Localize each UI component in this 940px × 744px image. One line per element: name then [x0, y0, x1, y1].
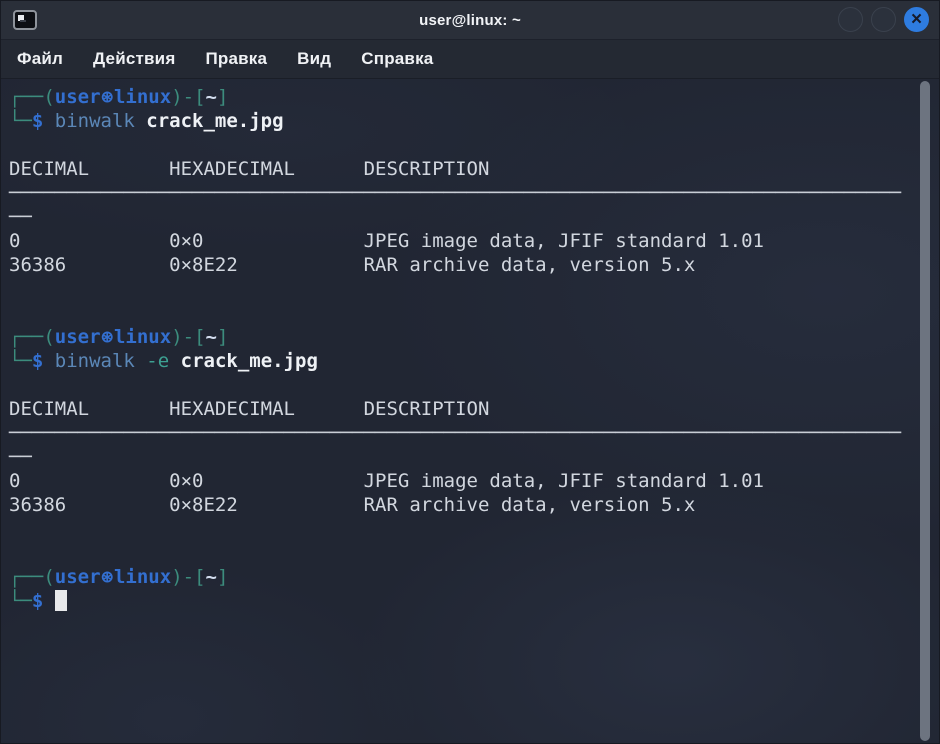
- maximize-button[interactable]: [871, 7, 896, 32]
- blank-line: [9, 133, 905, 157]
- terminal-window: user@linux: ~ × Файл Действия Правка Вид…: [0, 0, 940, 744]
- command-line: └─$ binwalk -e crack_me.jpg: [9, 349, 905, 373]
- table-row: 363860×8E22RAR archive data, version 5.x: [9, 493, 905, 517]
- cell-decimal: 36386: [9, 253, 169, 277]
- header-hexadecimal: HEXADECIMAL: [169, 397, 363, 421]
- table-header-row: DECIMALHEXADECIMALDESCRIPTION: [9, 397, 905, 421]
- blank-line: [9, 373, 905, 397]
- prompt-hostname: linux: [114, 566, 171, 588]
- prompt-frame-close: ]: [217, 326, 228, 348]
- close-icon: ×: [911, 10, 922, 29]
- prompt-frame-open: ┌──(: [9, 326, 55, 348]
- close-button[interactable]: ×: [904, 7, 929, 32]
- table-row: 363860×8E22RAR archive data, version 5.x: [9, 253, 905, 277]
- prompt-path: ~: [206, 566, 217, 588]
- prompt-frame-bottom: └─: [9, 350, 32, 372]
- prompt-frame-close: ]: [217, 566, 228, 588]
- terminal-cursor: [55, 590, 67, 611]
- prompt-hostname: linux: [114, 86, 171, 108]
- prompt-frame-close: ]: [217, 86, 228, 108]
- prompt-frame-mid: )-[: [171, 86, 205, 108]
- cell-decimal: 0: [9, 469, 169, 493]
- table-separator: ────────────────────────────────────────…: [9, 421, 905, 445]
- menu-help[interactable]: Справка: [361, 49, 433, 69]
- title-bar[interactable]: user@linux: ~ ×: [1, 1, 939, 40]
- command-flag: -e: [146, 350, 169, 372]
- menu-actions[interactable]: Действия: [93, 49, 175, 69]
- cell-description: JPEG image data, JFIF standard 1.01: [364, 230, 764, 252]
- menu-view[interactable]: Вид: [297, 49, 331, 69]
- prompt-frame-bottom: └─: [9, 590, 32, 612]
- table-separator-wrap: ──: [9, 445, 905, 469]
- prompt-username: user: [55, 566, 101, 588]
- command-line: └─$ binwalk crack_me.jpg: [9, 109, 905, 133]
- header-decimal: DECIMAL: [9, 397, 169, 421]
- cell-description: RAR archive data, version 5.x: [364, 494, 696, 516]
- command-line-active[interactable]: └─$: [9, 589, 905, 613]
- command-argument: crack_me.jpg: [146, 110, 283, 132]
- header-decimal: DECIMAL: [9, 157, 169, 181]
- scrollbar-thumb[interactable]: [920, 81, 930, 741]
- table-separator: ────────────────────────────────────────…: [9, 181, 905, 205]
- blank-line: [9, 541, 905, 565]
- menu-bar: Файл Действия Правка Вид Справка: [1, 40, 939, 79]
- at-icon: ⊛: [101, 86, 114, 108]
- window-title: user@linux: ~: [1, 12, 939, 29]
- table-row: 00×0JPEG image data, JFIF standard 1.01: [9, 229, 905, 253]
- header-description: DESCRIPTION: [364, 398, 490, 420]
- prompt-dollar: $: [32, 110, 43, 132]
- menu-edit[interactable]: Правка: [205, 49, 267, 69]
- cell-hexadecimal: 0×8E22: [169, 493, 363, 517]
- cell-description: JPEG image data, JFIF standard 1.01: [364, 470, 764, 492]
- window-controls: ×: [838, 7, 929, 32]
- table-header-row: DECIMALHEXADECIMALDESCRIPTION: [9, 157, 905, 181]
- terminal-icon: [13, 10, 37, 30]
- command-argument: crack_me.jpg: [181, 350, 318, 372]
- prompt-frame-open: ┌──(: [9, 566, 55, 588]
- prompt-username: user: [55, 86, 101, 108]
- header-description: DESCRIPTION: [364, 158, 490, 180]
- prompt-frame-open: ┌──(: [9, 86, 55, 108]
- header-hexadecimal: HEXADECIMAL: [169, 157, 363, 181]
- menu-file[interactable]: Файл: [17, 49, 63, 69]
- prompt-line-top: ┌──(user⊛linux)-[~]: [9, 325, 905, 349]
- terminal-area: ┌──(user⊛linux)-[~] └─$binwalkcrack_me.j…: [1, 79, 939, 744]
- prompt-frame-bottom: └─: [9, 110, 32, 132]
- scrollbar-track[interactable]: [917, 79, 933, 744]
- minimize-button[interactable]: [838, 7, 863, 32]
- prompt-frame-mid: )-[: [171, 326, 205, 348]
- command-name: binwalk: [55, 110, 135, 132]
- prompt-line-top: ┌──(user⊛linux)-[~]: [9, 565, 905, 589]
- blank-line: [9, 517, 905, 541]
- terminal-body[interactable]: ┌──(user⊛linux)-[~] └─$binwalkcrack_me.j…: [1, 79, 939, 613]
- cell-description: RAR archive data, version 5.x: [364, 254, 696, 276]
- prompt-frame-mid: )-[: [171, 566, 205, 588]
- at-icon: ⊛: [101, 326, 114, 348]
- prompt-hostname: linux: [114, 326, 171, 348]
- command-name: binwalk: [55, 350, 135, 372]
- prompt-line-top: ┌──(user⊛linux)-[~]: [9, 85, 905, 109]
- cell-decimal: 36386: [9, 493, 169, 517]
- table-separator-wrap: ──: [9, 205, 905, 229]
- table-row: 00×0JPEG image data, JFIF standard 1.01: [9, 469, 905, 493]
- cell-hexadecimal: 0×0: [169, 229, 363, 253]
- prompt-dollar: $: [32, 350, 43, 372]
- prompt-path: ~: [206, 86, 217, 108]
- blank-line: [9, 301, 905, 325]
- at-icon: ⊛: [101, 566, 114, 588]
- cell-hexadecimal: 0×8E22: [169, 253, 363, 277]
- cell-hexadecimal: 0×0: [169, 469, 363, 493]
- prompt-dollar: $: [32, 590, 43, 612]
- cell-decimal: 0: [9, 229, 169, 253]
- prompt-path: ~: [206, 326, 217, 348]
- blank-line: [9, 277, 905, 301]
- prompt-username: user: [55, 326, 101, 348]
